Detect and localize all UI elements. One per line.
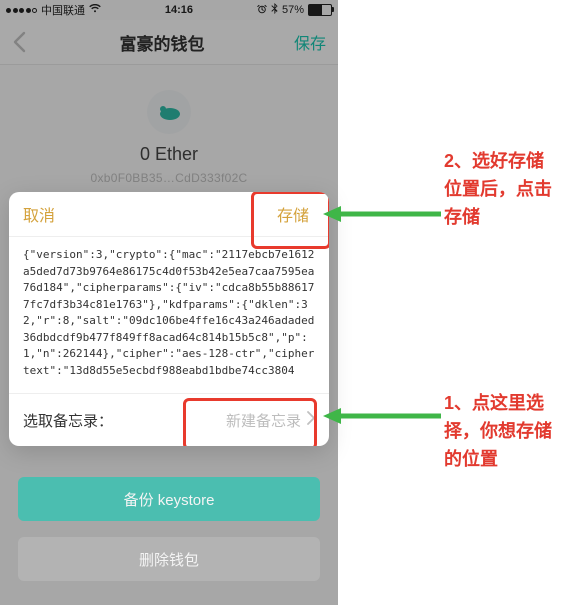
annotation-text-2: 2、选好存储 位置后，点击 存储 xyxy=(444,148,552,232)
share-sheet: 取消 存储 {"version":3,"crypto":{"mac":"2117… xyxy=(9,192,329,446)
delete-wallet-button[interactable]: 删除钱包 xyxy=(18,537,320,581)
sheet-header: 取消 存储 xyxy=(9,192,329,237)
store-button[interactable]: 存储 xyxy=(261,196,325,232)
cancel-button[interactable]: 取消 xyxy=(9,202,69,226)
memo-select-row[interactable]: 选取备忘录： 新建备忘录 xyxy=(9,394,329,446)
memo-label: 选取备忘录： xyxy=(23,410,113,431)
chevron-right-icon xyxy=(305,411,315,430)
memo-value: 新建备忘录 xyxy=(216,404,305,437)
backup-keystore-button[interactable]: 备份 keystore xyxy=(18,477,320,521)
keystore-json-text: {"version":3,"crypto":{"mac":"2117ebcb7e… xyxy=(9,237,329,394)
arrow-memo-icon xyxy=(323,404,443,428)
annotation-text-1: 1、点这里选 择，你想存储 的位置 xyxy=(444,390,552,474)
arrow-store-icon xyxy=(323,202,443,226)
